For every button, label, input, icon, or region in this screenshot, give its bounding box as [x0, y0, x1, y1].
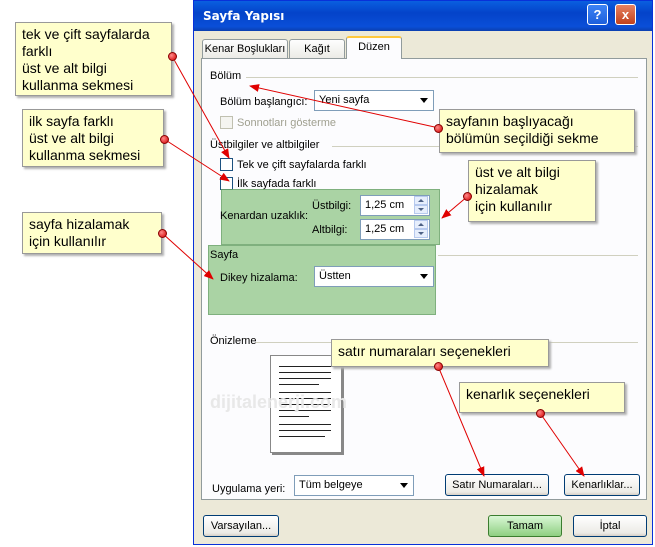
- callout-section-start: sayfanın başlıyacağı bölümün seçildiği s…: [439, 109, 635, 153]
- callout-first-page: ilk sayfa farklı üst ve alt bilgi kullan…: [22, 109, 164, 167]
- callout-header-footer-align: üst ve alt bilgi hizalamak için kullanıl…: [468, 160, 596, 222]
- callout-anchor-dot: [536, 409, 545, 418]
- callout-vertical-align: sayfa hizalamak için kullanılır: [22, 212, 162, 254]
- callout-anchor-dot: [168, 52, 177, 61]
- tab-layout[interactable]: Düzen: [346, 36, 402, 59]
- callout-anchor-dot: [463, 192, 472, 201]
- arrow-vertical-align: [161, 232, 214, 280]
- callout-anchor-dot: [158, 229, 167, 238]
- callout-anchor-dot: [160, 135, 169, 144]
- arrow-section-start: [249, 84, 440, 129]
- callout-anchor-dot: [434, 362, 443, 371]
- arrow-borders: [539, 412, 585, 477]
- callout-odd-even: tek ve çift sayfalarda farklı üst ve alt…: [15, 22, 172, 96]
- callout-anchor-dot: [434, 124, 443, 133]
- arrow-first-page: [163, 138, 230, 182]
- arrow-odd-even: [171, 55, 230, 159]
